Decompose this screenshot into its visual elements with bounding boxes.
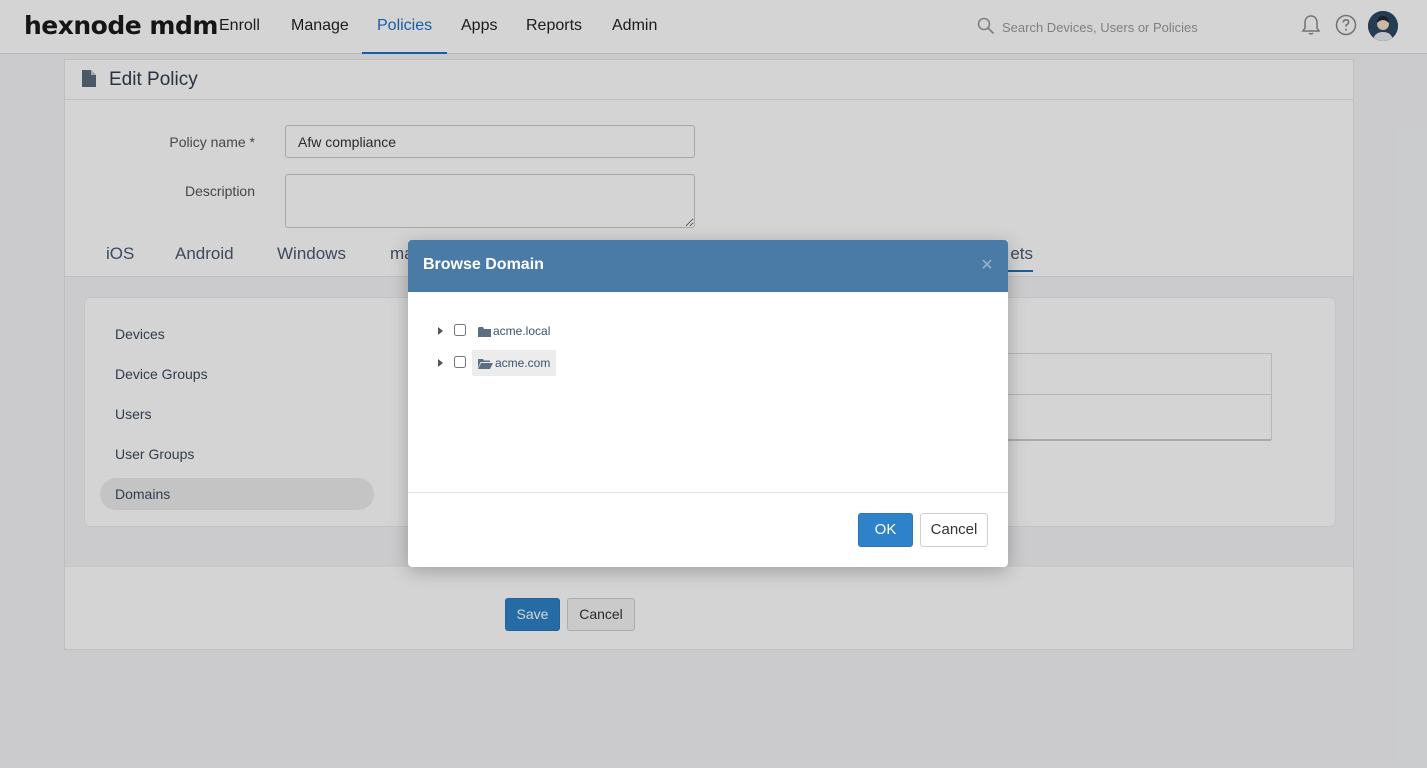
close-icon[interactable]: × — [978, 255, 996, 275]
ok-button[interactable]: OK — [858, 513, 913, 547]
tree-row: acme.local — [408, 318, 708, 344]
domain-label: acme.local — [493, 324, 551, 338]
dialog-header: Browse Domain × — [408, 240, 1008, 292]
expand-caret-icon[interactable] — [438, 327, 443, 335]
tree-node[interactable]: acme.com — [472, 350, 557, 376]
folder-icon — [478, 326, 491, 337]
tree-row: acme.com — [408, 350, 708, 376]
dialog-title: Browse Domain — [423, 256, 544, 273]
dialog-cancel-button[interactable]: Cancel — [920, 513, 988, 547]
domain-tree: acme.local acme.com — [408, 292, 1008, 493]
browse-domain-dialog: Browse Domain × acme.local acme.com OK C — [408, 240, 1008, 567]
domain-checkbox[interactable] — [454, 324, 466, 336]
expand-caret-icon[interactable] — [438, 359, 443, 367]
tree-node[interactable]: acme.local — [472, 318, 556, 344]
domain-label: acme.com — [495, 356, 551, 370]
domain-checkbox[interactable] — [454, 356, 466, 368]
folder-open-icon — [478, 358, 493, 369]
